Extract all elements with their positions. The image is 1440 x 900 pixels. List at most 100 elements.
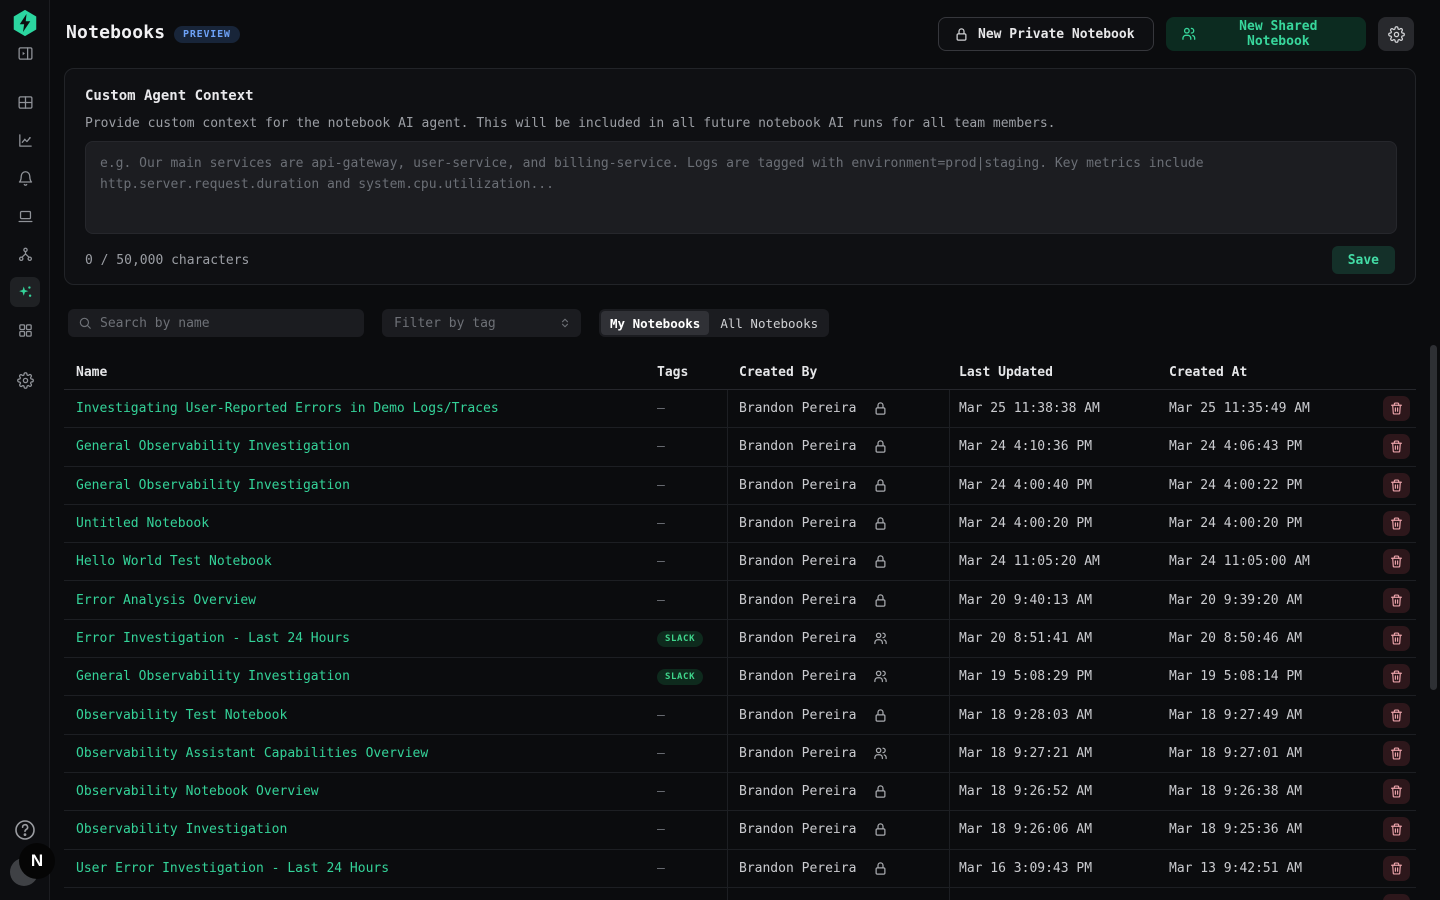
new-private-notebook-button[interactable]: New Private Notebook bbox=[938, 17, 1154, 51]
created-at-cell: Mar 18 9:25:36 AM bbox=[1169, 822, 1360, 837]
private-lock-icon bbox=[873, 439, 888, 454]
table-row: Observability Notebook Overview—Brandon … bbox=[64, 773, 1416, 811]
private-lock-icon bbox=[873, 554, 888, 569]
notebook-link[interactable]: Observability Investigation bbox=[76, 822, 287, 837]
notebook-link[interactable]: Untitled Notebook bbox=[76, 516, 209, 531]
delete-notebook-button[interactable] bbox=[1383, 664, 1410, 689]
no-tags-dash: — bbox=[657, 516, 665, 531]
notebook-link[interactable]: Observability Assistant Capabilities Ove… bbox=[76, 746, 428, 761]
notebook-settings-button[interactable] bbox=[1378, 17, 1414, 51]
delete-notebook-button[interactable] bbox=[1383, 511, 1410, 536]
created-at-cell: Mar 19 5:08:14 PM bbox=[1169, 669, 1360, 684]
table-row: Observability Investigation—Brandon Pere… bbox=[64, 811, 1416, 849]
notebook-link[interactable]: Error Analysis Overview bbox=[76, 593, 256, 608]
created-at-cell: Mar 20 8:50:46 AM bbox=[1169, 631, 1360, 646]
sidebar-item-table[interactable] bbox=[10, 87, 40, 117]
notebook-link[interactable]: General Observability Investigation bbox=[76, 439, 350, 454]
last-updated-cell: Mar 20 9:40:13 AM bbox=[959, 593, 1169, 608]
tag-badge: SLACK bbox=[657, 669, 703, 685]
notebook-link[interactable]: Observability Test Notebook bbox=[76, 708, 287, 723]
tag-filter-select[interactable]: Filter by tag bbox=[382, 309, 581, 337]
help-button[interactable] bbox=[13, 818, 37, 842]
created-by-name: Brandon Pereira bbox=[739, 861, 857, 876]
help-icon bbox=[13, 818, 37, 842]
created-by-name: Brandon Pereira bbox=[739, 822, 857, 837]
table-row: Error Analysis Overview—Brandon PereiraM… bbox=[64, 581, 1416, 619]
col-name: Name bbox=[76, 365, 657, 380]
no-tags-dash: — bbox=[657, 554, 665, 569]
notebooks-table: Name Tags Created By Last Updated Create… bbox=[64, 355, 1416, 900]
shared-users-icon bbox=[873, 631, 888, 646]
last-updated-cell: Mar 18 9:28:03 AM bbox=[959, 708, 1169, 723]
delete-notebook-button[interactable] bbox=[1383, 703, 1410, 728]
table-row: Hello World Test Notebook—Brandon Pereir… bbox=[64, 543, 1416, 581]
app-logo[interactable] bbox=[10, 8, 40, 38]
created-by-name: Brandon Pereira bbox=[739, 439, 857, 454]
created-by-name: Brandon Pereira bbox=[739, 516, 857, 531]
delete-notebook-button[interactable] bbox=[1383, 817, 1410, 842]
created-at-cell: Mar 25 11:35:49 AM bbox=[1169, 401, 1360, 416]
delete-notebook-button[interactable] bbox=[1383, 396, 1410, 421]
delete-notebook-button[interactable] bbox=[1383, 741, 1410, 766]
delete-notebook-button[interactable] bbox=[1383, 434, 1410, 459]
last-updated-cell: Mar 24 4:00:20 PM bbox=[959, 516, 1169, 531]
col-last-updated: Last Updated bbox=[959, 365, 1169, 380]
notebook-link[interactable]: Hello World Test Notebook bbox=[76, 554, 272, 569]
tag-filter-label: Filter by tag bbox=[394, 316, 559, 331]
sidebar-item-panel[interactable] bbox=[10, 38, 40, 68]
notebook-link[interactable]: General Observability Investigation bbox=[76, 669, 350, 684]
delete-notebook-button[interactable] bbox=[1383, 779, 1410, 804]
sidebar-item-flow[interactable] bbox=[10, 239, 40, 269]
save-button[interactable]: Save bbox=[1332, 246, 1395, 274]
table-row: Untitled Notebook — Brandon Pereira Mar 24 … bbox=[64, 505, 1416, 543]
delete-notebook-button[interactable] bbox=[1383, 626, 1410, 651]
last-updated-cell: Mar 24 11:05:20 AM bbox=[959, 554, 1169, 569]
tab-my-notebooks[interactable]: My Notebooks bbox=[601, 311, 709, 335]
sidebar-item-sparkles[interactable] bbox=[10, 277, 40, 307]
sidebar-item-chart[interactable] bbox=[10, 125, 40, 155]
notebook-link[interactable]: General Observability Investigation bbox=[76, 478, 350, 493]
created-by-name: Brandon Pereira bbox=[739, 631, 857, 646]
no-tags-dash: — bbox=[657, 478, 665, 493]
sidebar: N bbox=[0, 0, 50, 900]
column-divider bbox=[949, 390, 950, 900]
sidebar-item-gear[interactable] bbox=[10, 365, 40, 395]
notebook-link[interactable]: Observability Notebook Overview bbox=[76, 784, 319, 799]
private-lock-icon bbox=[873, 516, 888, 531]
delete-notebook-button[interactable] bbox=[1383, 588, 1410, 613]
sidebar-item-bell[interactable] bbox=[10, 163, 40, 193]
delete-notebook-button[interactable] bbox=[1383, 894, 1410, 900]
created-by-name: Brandon Pereira bbox=[739, 669, 857, 684]
search-input[interactable] bbox=[100, 316, 354, 331]
presence-cursor-badge: N bbox=[19, 843, 55, 879]
table-row: Investigating User-Reported Errors in De… bbox=[64, 390, 1416, 428]
created-by-name: Brandon Pereira bbox=[739, 784, 857, 799]
notebook-link[interactable]: User Error Investigation - Last 24 Hours bbox=[76, 861, 389, 876]
new-shared-notebook-button[interactable]: New Shared Notebook bbox=[1166, 17, 1366, 51]
created-by-name: Brandon Pereira bbox=[739, 478, 857, 493]
col-tags: Tags bbox=[657, 365, 739, 380]
created-at-cell: Mar 24 11:05:00 AM bbox=[1169, 554, 1360, 569]
last-updated-cell: Mar 24 4:10:36 PM bbox=[959, 439, 1169, 454]
sparkles-icon bbox=[17, 284, 34, 301]
scrollbar-thumb[interactable] bbox=[1430, 345, 1437, 690]
notebook-link[interactable]: Error Investigation - Last 24 Hours bbox=[76, 631, 350, 646]
chart-icon bbox=[17, 132, 34, 149]
delete-notebook-button[interactable] bbox=[1383, 856, 1410, 881]
delete-notebook-button[interactable] bbox=[1383, 549, 1410, 574]
notebooks-page: N Notebooks PREVIEW New Private Notebook… bbox=[0, 0, 1440, 900]
sidebar-item-laptop[interactable] bbox=[10, 201, 40, 231]
shared-users-icon bbox=[873, 669, 888, 684]
no-tags-dash: — bbox=[657, 708, 665, 723]
search-icon bbox=[78, 316, 92, 330]
created-at-cell: Mar 24 4:00:20 PM bbox=[1169, 516, 1360, 531]
created-by-name: Brandon Pereira bbox=[739, 593, 857, 608]
col-created-by: Created By bbox=[739, 365, 959, 380]
notebook-link[interactable]: Investigating User-Reported Errors in De… bbox=[76, 401, 499, 416]
sidebar-item-apps[interactable] bbox=[10, 315, 40, 345]
table-row: User Error Investigation - Last 24 Hours… bbox=[64, 850, 1416, 888]
agent-context-textarea[interactable] bbox=[85, 141, 1397, 234]
delete-notebook-button[interactable] bbox=[1383, 473, 1410, 498]
tab-all-notebooks[interactable]: All Notebooks bbox=[711, 311, 827, 335]
no-tags-dash: — bbox=[657, 401, 665, 416]
